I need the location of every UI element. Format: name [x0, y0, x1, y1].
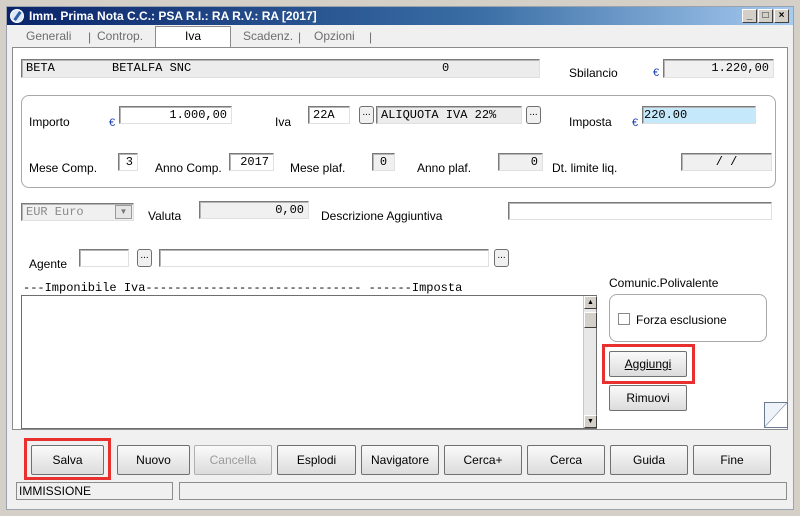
- cerca-button[interactable]: Cerca: [527, 445, 605, 475]
- valuta-value: 0,00: [199, 201, 309, 219]
- resize-grip-icon[interactable]: [764, 402, 788, 428]
- descrizione-input[interactable]: [508, 202, 772, 220]
- window-title: Imm. Prima Nota C.C.: PSA R.I.: RA R.V.:…: [29, 9, 317, 23]
- iva-code-input[interactable]: 22A: [308, 106, 350, 124]
- nuovo-button[interactable]: Nuovo: [117, 445, 190, 475]
- euro-icon: €: [109, 117, 116, 129]
- agente-name-lookup-button[interactable]: ...: [494, 249, 509, 267]
- fine-button[interactable]: Fine: [693, 445, 771, 475]
- maximize-button[interactable]: □: [758, 9, 773, 23]
- tab-iva[interactable]: Iva: [155, 26, 231, 48]
- cerca-plus-button[interactable]: Cerca+: [444, 445, 522, 475]
- comunic-label: Comunic.Polivalente: [609, 276, 719, 290]
- agente-lookup-button[interactable]: ...: [137, 249, 152, 267]
- scroll-thumb[interactable]: [584, 312, 597, 328]
- customer-field: BETA BETALFA SNC 0: [21, 59, 540, 78]
- guida-button[interactable]: Guida: [610, 445, 688, 475]
- anno-plaf-label: Anno plaf.: [417, 161, 472, 175]
- list-scrollbar[interactable]: ▲ ▼: [583, 296, 597, 428]
- tab-generali[interactable]: Generali: [26, 28, 71, 46]
- tab-separator: |: [88, 30, 92, 44]
- agente-name-input[interactable]: [159, 249, 489, 267]
- currency-selected: EUR Euro: [26, 205, 84, 219]
- agente-code-input[interactable]: [79, 249, 129, 267]
- tab-separator: |: [298, 30, 302, 44]
- rimuovi-button[interactable]: Rimuovi: [609, 385, 687, 411]
- anno-comp-input[interactable]: 2017: [229, 153, 274, 171]
- valuta-label: Valuta: [148, 209, 182, 223]
- app-icon: [10, 9, 24, 23]
- mese-plaf-value: 0: [372, 153, 395, 171]
- importo-label: Importo: [29, 115, 70, 129]
- navigatore-button[interactable]: Navigatore: [361, 445, 439, 475]
- iva-desc-lookup-button[interactable]: ...: [526, 106, 541, 124]
- sbilancio-label: Sbilancio: [569, 66, 618, 80]
- imposta-input[interactable]: 220.00: [642, 106, 756, 124]
- status-mode: IMMISSIONE: [16, 482, 173, 500]
- chevron-down-icon[interactable]: ▼: [115, 205, 132, 219]
- anno-comp-label: Anno Comp.: [155, 161, 222, 175]
- sbilancio-value: 1.220,00: [663, 59, 774, 78]
- customer-code: BETA: [26, 61, 55, 75]
- iva-lookup-button[interactable]: ...: [359, 106, 374, 124]
- anno-plaf-value: 0: [498, 153, 543, 171]
- dt-limite-value: / /: [681, 153, 772, 171]
- tab-strip: Generali | Controp. Iva Scadenz. | Opzio…: [7, 25, 793, 48]
- esplodi-button[interactable]: Esplodi: [277, 445, 356, 475]
- aggiungi-button[interactable]: Aggiungi: [609, 351, 687, 377]
- mese-comp-input[interactable]: 3: [118, 153, 138, 171]
- forza-esclusione-label: Forza esclusione: [636, 313, 727, 327]
- scroll-down-icon[interactable]: ▼: [584, 415, 597, 428]
- tab-scadenz[interactable]: Scadenz.: [243, 28, 293, 46]
- scroll-up-icon[interactable]: ▲: [584, 296, 597, 309]
- forza-esclusione-checkbox[interactable]: [618, 313, 630, 325]
- euro-icon: €: [632, 117, 639, 129]
- imposta-label: Imposta: [569, 115, 612, 129]
- tab-controp[interactable]: Controp.: [97, 28, 143, 46]
- customer-name: BETALFA SNC: [112, 61, 192, 75]
- salva-button[interactable]: Salva: [31, 445, 104, 475]
- status-message: [179, 482, 787, 500]
- descrizione-label: Descrizione Aggiuntiva: [321, 209, 443, 223]
- iva-label: Iva: [275, 115, 292, 129]
- euro-icon: €: [653, 67, 660, 79]
- iva-description: ALIQUOTA IVA 22%: [376, 106, 522, 124]
- document-number: 0: [442, 61, 450, 75]
- tab-separator: |: [369, 30, 373, 44]
- cancella-button[interactable]: Cancella: [194, 445, 272, 475]
- aggiungi-button-label: Aggiungi: [624, 357, 672, 371]
- title-bar[interactable]: Imm. Prima Nota C.C.: PSA R.I.: RA R.V.:…: [7, 7, 793, 25]
- tab-opzioni[interactable]: Opzioni: [314, 28, 355, 46]
- close-button[interactable]: ×: [774, 9, 789, 23]
- mese-plaf-label: Mese plaf.: [290, 161, 346, 175]
- list-header: ---Imponibile Iva-----------------------…: [23, 281, 463, 295]
- mese-comp-label: Mese Comp.: [29, 161, 98, 175]
- imponibile-iva-list[interactable]: [21, 295, 597, 429]
- agente-label: Agente: [29, 257, 68, 271]
- importo-input[interactable]: 1.000,00: [119, 106, 232, 124]
- dt-limite-label: Dt. limite liq.: [552, 161, 618, 175]
- minimize-button[interactable]: _: [742, 9, 757, 23]
